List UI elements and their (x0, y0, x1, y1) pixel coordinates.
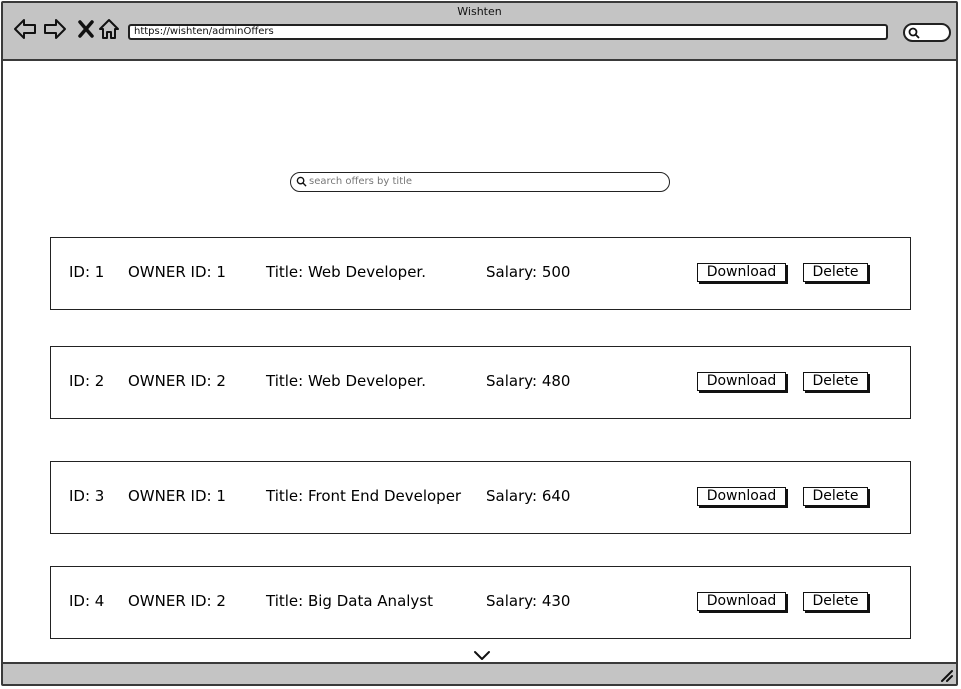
delete-button[interactable]: Delete (803, 263, 868, 282)
offer-row: ID: 2 OWNER ID: 2 Title: Web Developer. … (50, 346, 911, 419)
offer-salary: Salary: 500 (486, 263, 571, 281)
offer-title: Title: Web Developer. (266, 263, 426, 281)
offer-search-field[interactable] (290, 172, 670, 192)
delete-button[interactable]: Delete (803, 372, 868, 391)
offer-title: Title: Big Data Analyst (266, 592, 433, 610)
search-icon (296, 176, 307, 187)
offer-owner-id: OWNER ID: 2 (128, 592, 226, 610)
download-button[interactable]: Download (697, 592, 786, 611)
search-input[interactable] (309, 174, 659, 189)
browser-window: Wishten https://wishten/adminOffers ID: … (1, 1, 958, 686)
resize-grip-icon[interactable] (939, 668, 953, 682)
offer-owner-id: OWNER ID: 1 (128, 487, 226, 505)
offer-row: ID: 1 OWNER ID: 1 Title: Web Developer. … (50, 237, 911, 310)
offer-title: Title: Front End Developer (266, 487, 462, 505)
download-button[interactable]: Download (697, 263, 786, 282)
offer-row: ID: 4 OWNER ID: 2 Title: Big Data Analys… (50, 566, 911, 639)
offer-owner-id: OWNER ID: 2 (128, 372, 226, 390)
offer-row: ID: 3 OWNER ID: 1 Title: Front End Devel… (50, 461, 911, 534)
browser-search-field[interactable] (903, 23, 951, 42)
chevron-down-icon[interactable] (473, 649, 491, 661)
delete-button[interactable]: Delete (803, 592, 868, 611)
offer-title: Title: Web Developer. (266, 372, 426, 390)
download-button[interactable]: Download (697, 372, 786, 391)
page-content: ID: 1 OWNER ID: 1 Title: Web Developer. … (3, 61, 956, 662)
offer-salary: Salary: 480 (486, 372, 571, 390)
status-bar (3, 662, 956, 684)
offer-owner-id: OWNER ID: 1 (128, 263, 226, 281)
forward-arrow-icon[interactable] (43, 17, 67, 41)
offer-id: ID: 4 (69, 592, 105, 610)
offer-id: ID: 3 (69, 487, 105, 505)
offer-salary: Salary: 430 (486, 592, 571, 610)
delete-button[interactable]: Delete (803, 487, 868, 506)
close-icon[interactable] (74, 17, 98, 41)
browser-toolbar: Wishten https://wishten/adminOffers (3, 3, 956, 61)
download-button[interactable]: Download (697, 487, 786, 506)
offer-id: ID: 1 (69, 263, 105, 281)
window-title: Wishten (457, 5, 502, 18)
url-bar[interactable]: https://wishten/adminOffers (128, 24, 888, 40)
offer-salary: Salary: 640 (486, 487, 571, 505)
offer-id: ID: 2 (69, 372, 105, 390)
back-arrow-icon[interactable] (13, 17, 37, 41)
search-icon (908, 27, 920, 39)
home-icon[interactable] (97, 17, 121, 41)
